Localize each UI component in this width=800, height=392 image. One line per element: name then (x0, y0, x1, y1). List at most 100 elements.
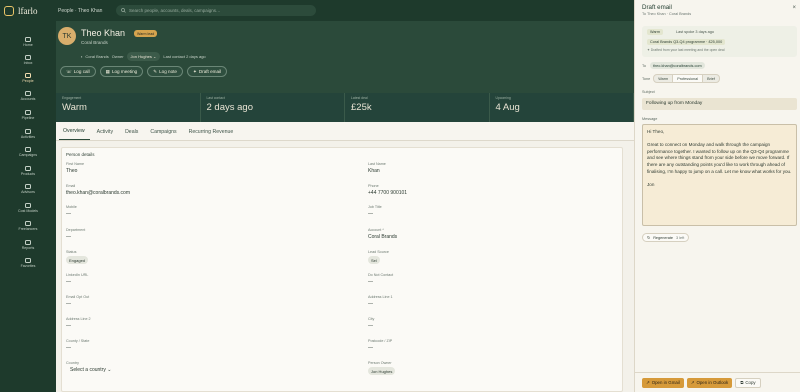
button-label: Log call (73, 69, 90, 74)
search-bar[interactable]: Search people, accounts, deals, campaign… (116, 5, 316, 16)
field-value: — (368, 279, 373, 285)
field-label: Email (66, 184, 76, 188)
tone-brief[interactable]: Brief (703, 75, 719, 82)
message-label: Message (642, 117, 658, 121)
open-in-gmail-button[interactable]: ↗ Open in Gmail (642, 377, 684, 388)
copy-button[interactable]: ⧉ Copy (735, 377, 761, 388)
sidebar-item-accounts[interactable]: Accounts (0, 87, 56, 104)
drawer-title: Draft email (642, 4, 672, 11)
tone-professional[interactable]: Professional (672, 75, 704, 82)
field-label: Job Title (368, 205, 382, 209)
meta-company[interactable]: Coral Brands (85, 54, 108, 59)
draft-email-button[interactable]: ✦ Draft email (186, 66, 228, 77)
avatar: TK (58, 27, 76, 45)
field-county-state[interactable]: County / State — (66, 339, 316, 352)
field-value: — (66, 345, 71, 351)
favorites-icon (25, 257, 31, 263)
field-last-name[interactable]: Last Name Khan (368, 162, 618, 175)
field-email-opt-out[interactable]: Email Opt Out — (66, 295, 316, 308)
sidebar-item-products[interactable]: Products (0, 162, 56, 179)
sidebar-item-inbox[interactable]: Inbox (0, 51, 56, 68)
tab-overview[interactable]: Overview (59, 128, 90, 140)
contact-company[interactable]: Coral Brands (81, 40, 108, 45)
context-last-spoke: Last spoke 3 days ago (676, 29, 714, 34)
field-city[interactable]: City — (368, 317, 618, 330)
open-in-outlook-button[interactable]: ↗ Open in Outlook (686, 377, 733, 388)
status-chip[interactable]: Engaged (66, 256, 89, 264)
sidebar-item-activities[interactable]: Activities (0, 125, 56, 142)
tab-deals[interactable]: Deals (121, 129, 143, 140)
field-postcode[interactable]: Postcode / ZIP — (368, 339, 618, 352)
tab-recurring-revenue[interactable]: Recurring Revenue (185, 129, 239, 140)
owner-chip[interactable]: Jon Hughes (368, 367, 396, 375)
log-note-button[interactable]: ✎ Log note (147, 66, 183, 77)
cost-models-icon (25, 202, 31, 208)
field-first-name[interactable]: First Name Theo (66, 162, 316, 175)
logo-icon (4, 5, 14, 16)
field-label: Department (66, 228, 86, 232)
field-email[interactable]: Email theo.khan@coralbrands.com (66, 184, 316, 197)
field-label: Lead Source (368, 250, 389, 254)
refresh-icon: ↻ (647, 236, 651, 240)
message-textarea[interactable]: Hi Theo, Great to connect on Monday and … (642, 124, 797, 226)
field-department[interactable]: Department — (66, 228, 316, 241)
sidebar-item-reports[interactable]: Reports (0, 236, 56, 253)
log-call-button[interactable]: ☏ Log call (60, 66, 96, 77)
sidebar-item-freelancers[interactable]: Freelancers (0, 217, 56, 234)
log-meeting-button[interactable]: ▦ Log meeting (99, 66, 144, 77)
home-icon (25, 36, 31, 42)
sparkle-icon: ✦ (192, 68, 197, 74)
field-linkedin-url[interactable]: LinkedIn URL — (66, 273, 316, 286)
field-job-title[interactable]: Job Title — (368, 205, 618, 218)
close-icon[interactable]: × (792, 5, 796, 11)
sidebar-item-campaigns[interactable]: Campaigns (0, 143, 56, 160)
sidebar-item-favorites[interactable]: Favorites (0, 254, 56, 271)
button-label: Open in Gmail (651, 380, 680, 385)
field-label: Status (66, 250, 77, 254)
drawer-footer: ↗ Open in Gmail ↗ Open in Outlook ⧉ Copy (635, 372, 800, 392)
field-label: Last Name (368, 162, 386, 166)
field-account[interactable]: Account * Coral Brands (368, 228, 618, 241)
field-person-owner[interactable]: Person Owner Jon Hughes (368, 361, 618, 375)
stat-value: 4 Aug (495, 102, 520, 113)
subject-input[interactable]: Following up from Monday (642, 98, 797, 110)
country-select[interactable]: Select a country (66, 367, 106, 373)
search-input[interactable]: Search people, accounts, deals, campaign… (129, 8, 221, 13)
field-label: Address Line 2 (66, 317, 91, 321)
field-value: — (368, 345, 373, 351)
field-mobile[interactable]: Mobile — (66, 205, 316, 218)
sidebar-item-advisors[interactable]: Advisors (0, 180, 56, 197)
breadcrumb[interactable]: People · Theo Khan (58, 8, 114, 14)
logo[interactable]: lfarlo (0, 5, 56, 16)
sidebar-item-people[interactable]: People (0, 69, 56, 86)
field-address-line-1[interactable]: Address Line 1 — (368, 295, 618, 308)
context-tag: Warm (647, 29, 663, 35)
regenerate-button[interactable]: ↻ Regenerate 3 left (642, 233, 690, 242)
field-address-line-2[interactable]: Address Line 2 — (66, 317, 316, 330)
sidebar-item-pipeline[interactable]: Pipeline (0, 106, 56, 123)
field-status[interactable]: Status Engaged (66, 250, 316, 264)
sidebar-item-home[interactable]: Home (0, 33, 56, 50)
sidebar-item-label: Home (23, 42, 33, 47)
field-lead-source[interactable]: Lead Source Sel (368, 250, 618, 264)
field-value: +44 7700 900101 (368, 190, 408, 196)
to-label: To (642, 63, 647, 68)
field-value: — (66, 211, 71, 217)
tab-activity[interactable]: Activity (93, 129, 118, 140)
stat-label: Engagement (62, 96, 82, 100)
tab-campaigns[interactable]: Campaigns (146, 129, 181, 140)
lead-source-chip[interactable]: Sel (368, 256, 380, 264)
field-country[interactable]: Country Select a country ⌄ (66, 361, 316, 374)
context-deal[interactable]: Coral Brands Q3-Q4 programme · £25,000 (647, 39, 726, 45)
sidebar-item-label: Inbox (23, 60, 33, 65)
sidebar-item-label: Activities (20, 134, 36, 139)
recipient-chip[interactable]: theo.khan@coralbrands.com (650, 62, 705, 69)
field-do-not-contact[interactable]: Do Not Contact — (368, 273, 618, 286)
owner-select[interactable]: Jon Hughes ⌄ (126, 52, 161, 61)
field-phone[interactable]: Phone +44 7700 900101 (368, 184, 618, 197)
field-value: theo.khan@coralbrands.com (66, 190, 130, 196)
tone-warm[interactable]: Warm (654, 75, 672, 82)
field-label: Postcode / ZIP (368, 339, 393, 343)
field-label: LinkedIn URL (66, 273, 89, 277)
sidebar-item-cost-models[interactable]: Cost Models (0, 199, 56, 216)
